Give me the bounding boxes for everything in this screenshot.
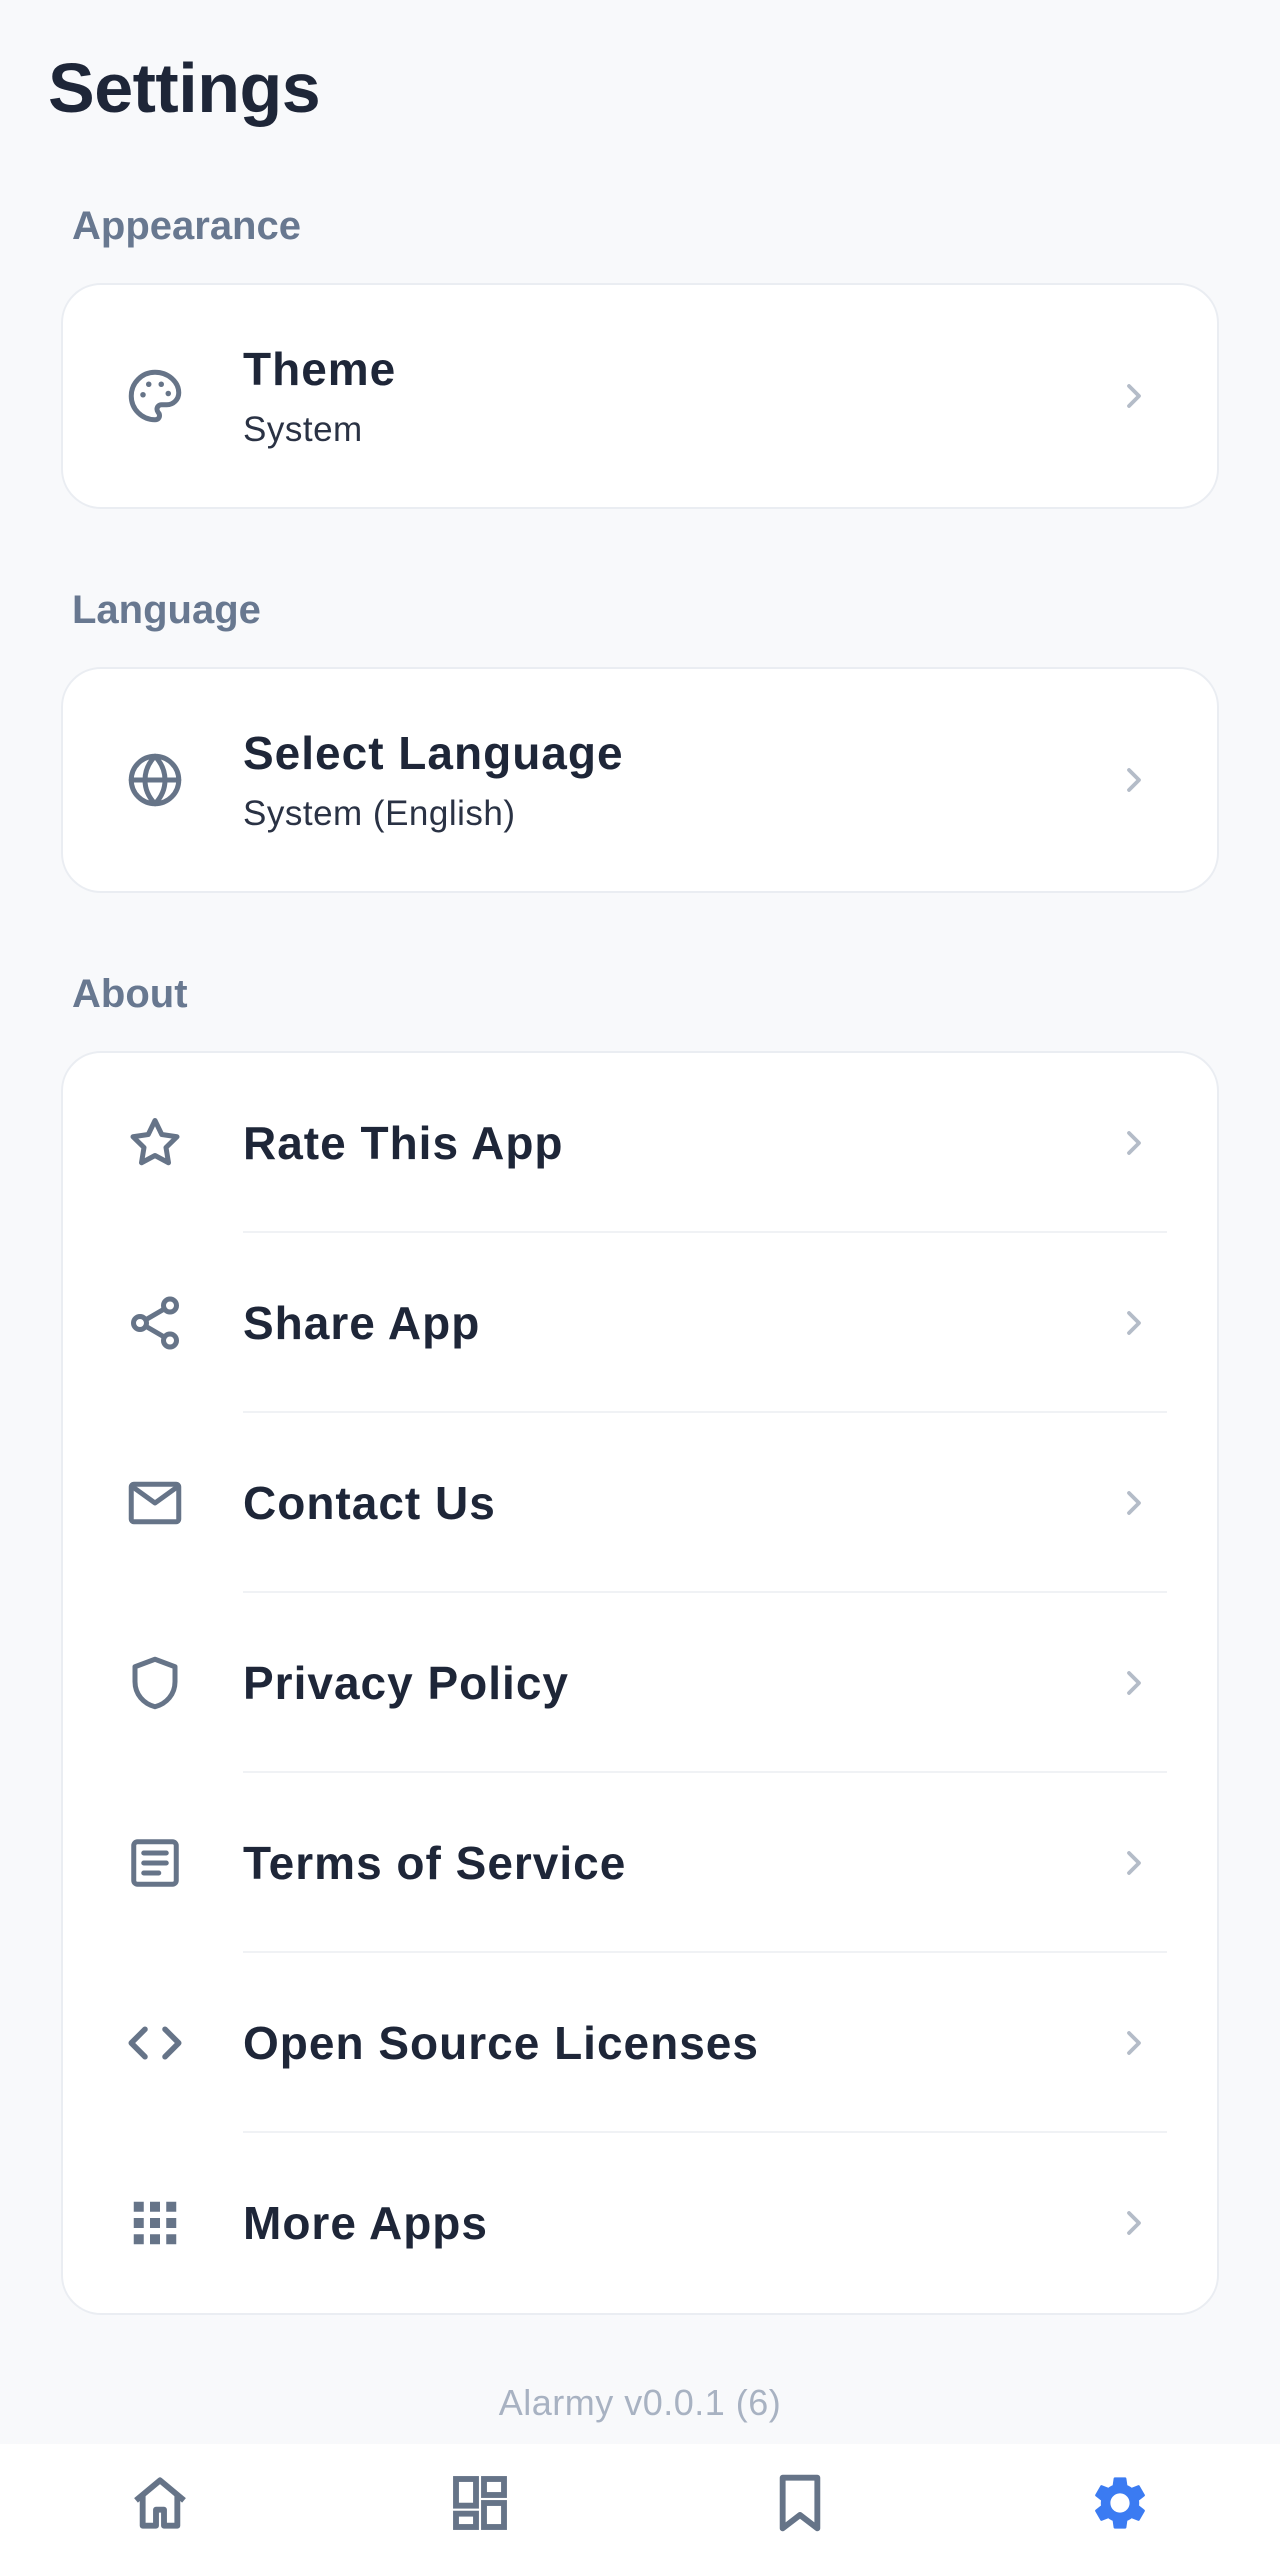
home-icon	[134, 2477, 186, 2529]
theme-value: System	[243, 410, 363, 449]
section-label-language: Language	[72, 588, 261, 632]
select-language-text: Select Language System (English)	[243, 726, 624, 834]
theme-text: Theme System	[243, 342, 396, 450]
nav-home[interactable]	[0, 2444, 320, 2562]
select-language-value: System (English)	[243, 794, 516, 833]
open-source-licenses-label: Open Source Licenses	[243, 2017, 759, 2069]
chevron-right-icon	[1127, 2211, 1141, 2235]
nav-settings[interactable]	[960, 2444, 1280, 2562]
chevron-right-icon	[1127, 1491, 1141, 1515]
terms-of-service-label: Terms of Service	[243, 1837, 627, 1889]
bookmark-icon	[779, 2474, 821, 2532]
share-app-label: Share App	[243, 1297, 481, 1349]
chevron-right-icon	[1127, 384, 1141, 408]
chevron-right-icon	[1127, 1131, 1141, 1155]
chevron-right-icon	[1127, 1671, 1141, 1695]
apps-grid-icon	[123, 2191, 187, 2255]
terms-of-service-row[interactable]: Terms of Service	[63, 1773, 1217, 1953]
dashboard-icon	[453, 2476, 507, 2530]
language-card: Select Language System (English)	[61, 667, 1219, 893]
globe-icon	[123, 748, 187, 812]
privacy-policy-label: Privacy Policy	[243, 1657, 569, 1709]
star-icon	[123, 1111, 187, 1175]
app-version: Alarmy v0.0.1 (6)	[498, 2382, 782, 2423]
contact-us-row[interactable]: Contact Us	[63, 1413, 1217, 1593]
appearance-card: Theme System	[61, 283, 1219, 509]
select-language-label: Select Language	[243, 727, 624, 779]
privacy-policy-row[interactable]: Privacy Policy	[63, 1593, 1217, 1773]
share-icon	[123, 1291, 187, 1355]
settings-screen: Settings Appearance Theme System Languag…	[0, 0, 1280, 2562]
nav-bookmarks[interactable]	[640, 2444, 960, 2562]
theme-row[interactable]: Theme System	[63, 285, 1217, 507]
about-card: Rate This App Share App Contact Us Priva…	[61, 1051, 1219, 2315]
contact-us-label: Contact Us	[243, 1477, 496, 1529]
select-language-row[interactable]: Select Language System (English)	[63, 669, 1217, 891]
section-label-about: About	[72, 972, 188, 1016]
page-title: Settings	[48, 49, 321, 127]
mail-icon	[123, 1471, 187, 1535]
section-label-appearance: Appearance	[72, 204, 301, 248]
chevron-right-icon	[1127, 1311, 1141, 1335]
chevron-right-icon	[1127, 2031, 1141, 2055]
rate-app-label: Rate This App	[243, 1117, 564, 1169]
gear-icon	[1095, 2477, 1145, 2529]
chevron-right-icon	[1127, 768, 1141, 792]
shield-icon	[123, 1651, 187, 1715]
theme-label: Theme	[243, 343, 397, 395]
code-icon	[123, 2011, 187, 2075]
bottom-nav	[0, 2444, 1280, 2562]
rate-app-row[interactable]: Rate This App	[63, 1053, 1217, 1233]
palette-icon	[123, 364, 187, 428]
chevron-right-icon	[1127, 1851, 1141, 1875]
open-source-licenses-row[interactable]: Open Source Licenses	[63, 1953, 1217, 2133]
share-app-row[interactable]: Share App	[63, 1233, 1217, 1413]
nav-dashboard[interactable]	[320, 2444, 640, 2562]
more-apps-label: More Apps	[243, 2197, 488, 2249]
more-apps-row[interactable]: More Apps	[63, 2133, 1217, 2313]
document-icon	[123, 1831, 187, 1895]
